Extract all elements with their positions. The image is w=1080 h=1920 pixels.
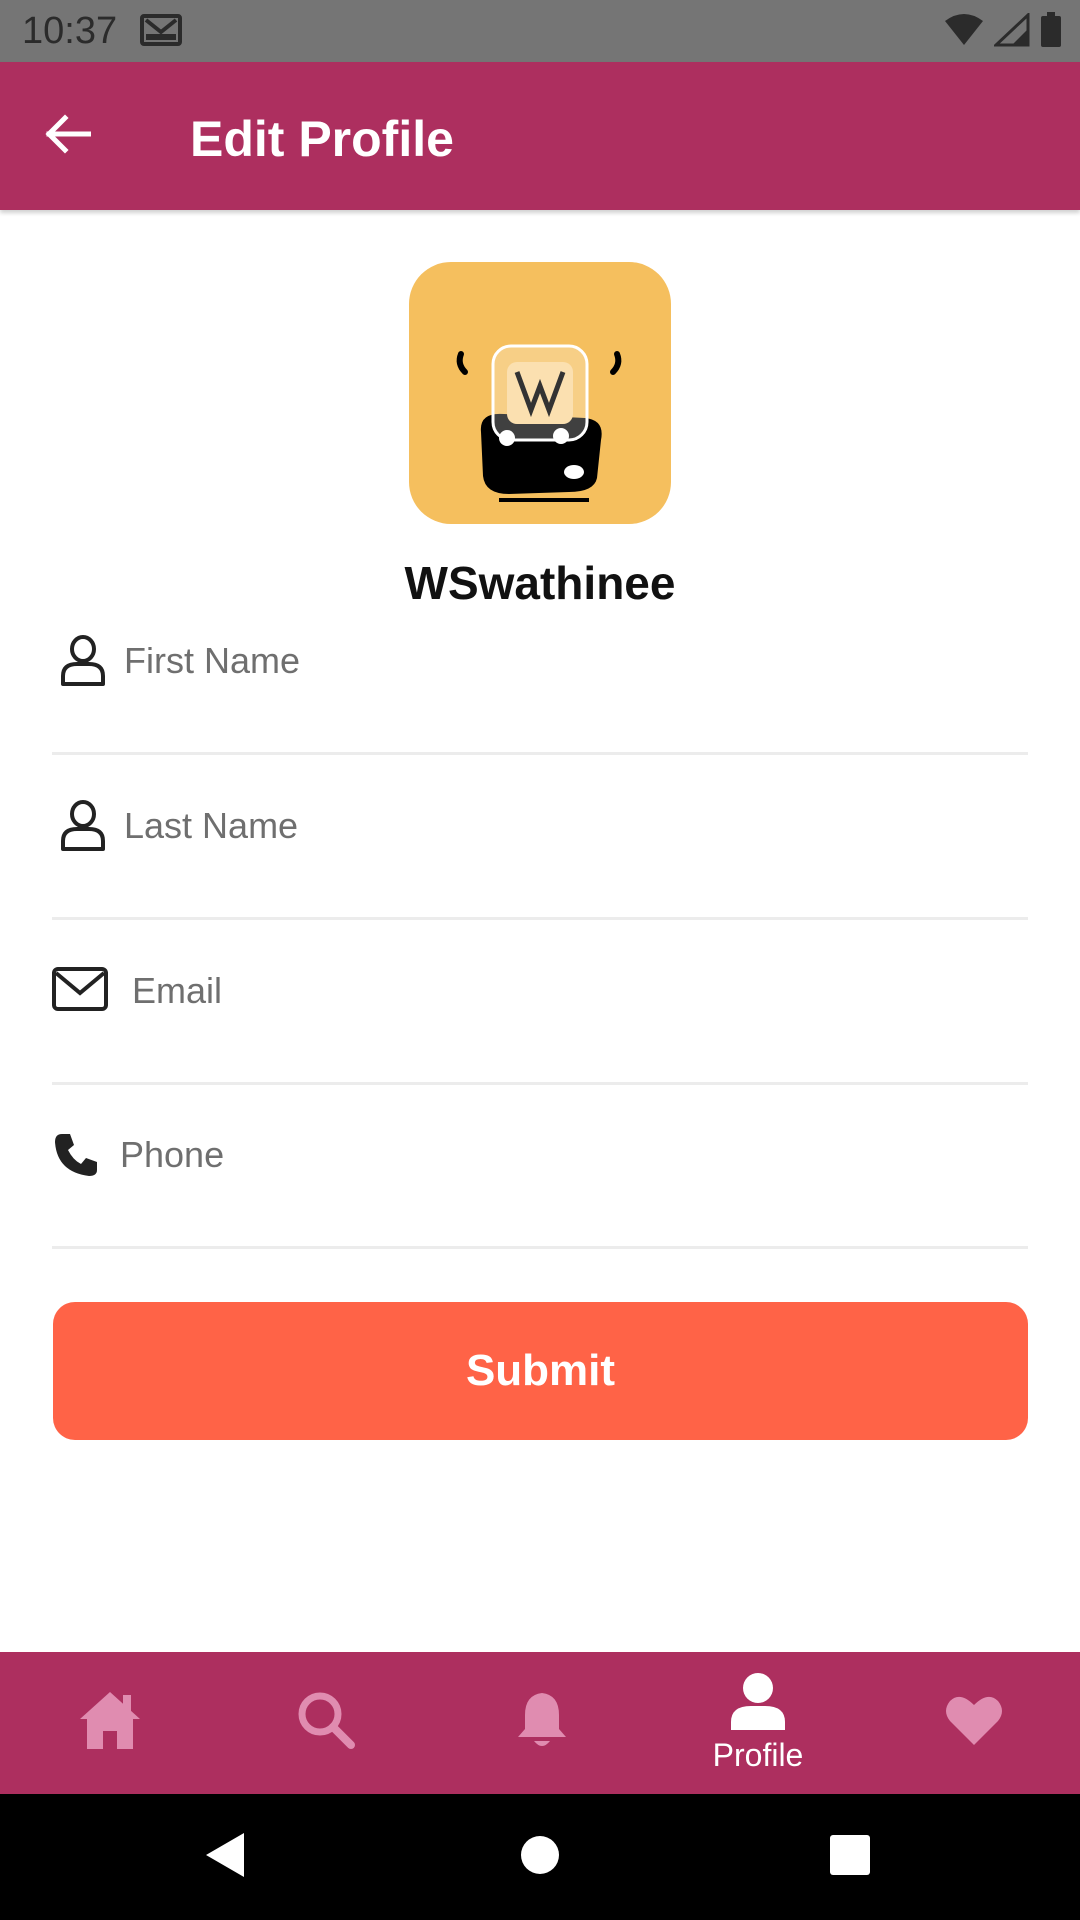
signal-icon: [992, 11, 1030, 52]
app-bar: Edit Profile: [0, 62, 1080, 210]
nav-label-profile: Profile: [712, 1737, 804, 1773]
arrow-left-icon: [45, 113, 92, 159]
avatar[interactable]: [409, 262, 671, 524]
battery-icon: [1040, 12, 1062, 53]
last-name-input[interactable]: [124, 791, 1028, 861]
last-name-field: [52, 755, 1028, 920]
status-icons: [944, 11, 1062, 53]
system-home-button[interactable]: [480, 1794, 600, 1920]
nav-item-favorites[interactable]: [866, 1652, 1080, 1794]
system-recents-button[interactable]: [790, 1794, 910, 1920]
bottom-nav: Profile: [0, 1652, 1080, 1794]
home-circle-icon: [519, 1834, 561, 1881]
first-name-input[interactable]: [124, 626, 1028, 696]
page-title: Edit Profile: [190, 111, 454, 167]
person-icon: [52, 630, 114, 692]
home-icon: [77, 1689, 143, 1756]
nav-item-search[interactable]: [218, 1652, 434, 1794]
nav-item-notifications[interactable]: [434, 1652, 650, 1794]
first-name-field: [52, 590, 1028, 755]
system-nav-bar: [0, 1794, 1080, 1920]
submit-button[interactable]: Submit: [53, 1302, 1028, 1440]
nav-item-profile[interactable]: Profile: [650, 1652, 866, 1794]
email-input[interactable]: [132, 956, 1028, 1026]
profile-icon: [729, 1672, 787, 1735]
wifi-icon: [944, 13, 984, 52]
phone-field: [52, 1084, 1028, 1249]
bell-icon: [515, 1689, 569, 1756]
status-time: 10:37: [22, 10, 118, 52]
gmail-icon: [140, 12, 182, 53]
email-field: [52, 920, 1028, 1085]
person-icon: [52, 795, 114, 857]
search-icon: [296, 1690, 356, 1755]
back-button[interactable]: [38, 106, 98, 166]
system-back-button[interactable]: [166, 1794, 286, 1920]
phone-input[interactable]: [120, 1120, 1028, 1190]
status-bar: 10:37: [0, 0, 1080, 62]
phone-icon: [52, 1124, 100, 1186]
avatar-image: [456, 344, 622, 502]
heart-icon: [944, 1693, 1004, 1752]
back-triangle-icon: [204, 1831, 248, 1884]
recents-square-icon: [829, 1834, 871, 1881]
nav-item-home[interactable]: [2, 1652, 218, 1794]
envelope-icon: [52, 958, 108, 1020]
